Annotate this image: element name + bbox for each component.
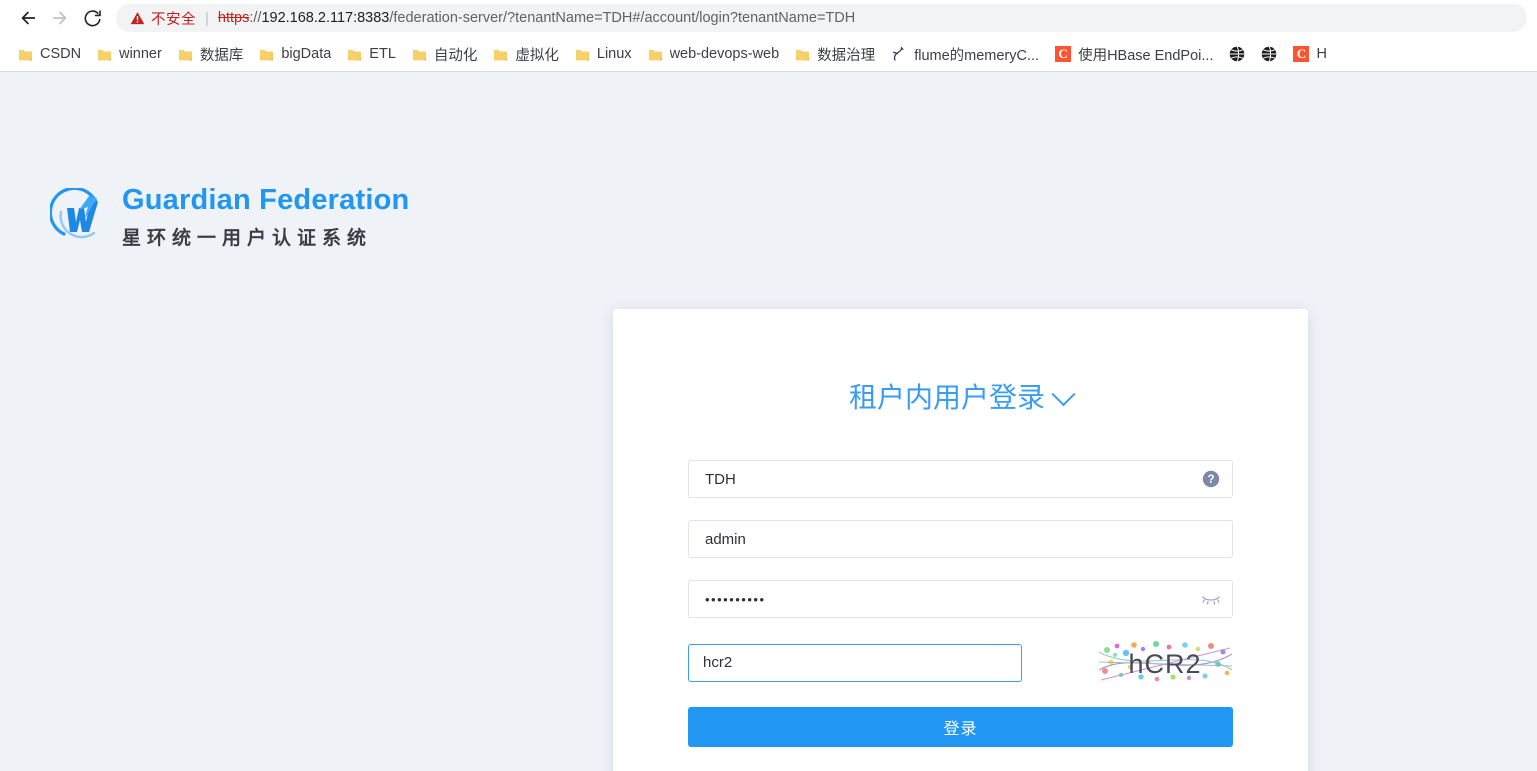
bookmark-item[interactable]: 数据库 — [170, 41, 252, 67]
bookmark-item[interactable] — [1253, 41, 1285, 67]
folder-icon — [18, 47, 33, 62]
forward-button[interactable] — [44, 2, 76, 34]
folder-icon — [97, 47, 112, 62]
globe-icon — [1261, 46, 1277, 62]
svg-text:?: ? — [1207, 474, 1214, 486]
folder-icon — [259, 47, 274, 62]
bookmark-label: flume的memeryC... — [914, 47, 1040, 64]
folder-icon — [178, 47, 193, 62]
brand-title: Guardian Federation — [122, 184, 410, 216]
svg-text:hCR2: hCR2 — [1128, 649, 1201, 679]
login-form: ? — [613, 460, 1308, 747]
page-body: Guardian Federation 星环统一用户认证系统 租户内用户登录 ? — [0, 72, 1537, 771]
captcha-input[interactable] — [688, 643, 1022, 682]
login-title-label: 租户内用户登录 — [848, 382, 1045, 413]
password-input[interactable] — [688, 580, 1233, 618]
login-card: 租户内用户登录 ? — [613, 309, 1308, 771]
bookmark-label: winner — [119, 46, 162, 62]
bookmark-label: 数据库 — [199, 47, 244, 64]
arrow-left-icon — [17, 7, 39, 29]
bookmark-label: 虚拟化 — [515, 47, 559, 64]
bookmark-item[interactable] — [1221, 41, 1253, 67]
folder-icon — [648, 47, 663, 62]
arrow-right-icon — [49, 7, 71, 29]
guardian-swoosh-logo-icon — [48, 187, 108, 246]
bookmark-item[interactable]: C 使用HBase EndPoi... — [1047, 41, 1221, 67]
eye-invisible-icon[interactable] — [1201, 592, 1221, 606]
bookmark-item[interactable]: winner — [89, 41, 170, 67]
brand-header: Guardian Federation 星环统一用户认证系统 — [48, 184, 410, 250]
bookmarks-bar: CSDN winner 数据库 bigData ETL 自动化 虚拟化 Linux web-de… — [0, 36, 1537, 72]
bookmark-item[interactable]: Linux — [567, 41, 640, 67]
url-scheme-suffix: :// — [249, 10, 262, 26]
bookmark-item[interactable]: 数据治理 — [787, 41, 883, 67]
captcha-row: hCR2 — [688, 640, 1233, 685]
back-button[interactable] — [12, 2, 44, 34]
reload-button[interactable] — [76, 2, 108, 34]
address-bar[interactable]: 不安全 | https://192.168.2.117:8383/federat… — [116, 4, 1527, 32]
flume-icon — [891, 46, 907, 62]
tenant-input[interactable] — [688, 460, 1233, 498]
bookmark-item[interactable]: flume的memeryC... — [883, 41, 1047, 67]
browser-toolbar: 不安全 | https://192.168.2.117:8383/federat… — [0, 0, 1537, 36]
brand-subtitle: 星环统一用户认证系统 — [122, 227, 373, 249]
brand-text: Guardian Federation 星环统一用户认证系统 — [122, 184, 410, 250]
chevron-down-icon[interactable] — [1051, 381, 1076, 406]
url-scheme: https — [217, 10, 250, 26]
folder-icon — [347, 47, 362, 62]
tenant-field: ? — [688, 460, 1233, 498]
username-field — [688, 520, 1233, 558]
folder-icon — [575, 47, 590, 62]
folder-icon — [412, 47, 427, 62]
bookmark-label: 使用HBase EndPoi... — [1078, 47, 1214, 64]
password-field — [688, 580, 1233, 618]
bookmark-label: CSDN — [40, 46, 82, 62]
reload-icon — [82, 8, 103, 29]
url-path: /federation-server/?tenantName=TDH#/acco… — [389, 10, 856, 26]
login-submit-button[interactable]: 登录 — [688, 707, 1233, 747]
csdn-icon: C — [1055, 46, 1072, 62]
url-host: 192.168.2.117:8383 — [261, 10, 390, 26]
security-status-label: 不安全 — [151, 11, 196, 28]
bookmark-label: ETL — [369, 46, 396, 62]
bookmark-label: 自动化 — [433, 47, 478, 64]
bookmark-item[interactable]: ETL — [339, 41, 404, 67]
bookmark-item[interactable]: web-devops-web — [640, 41, 788, 67]
omnibox-separator: | — [205, 9, 209, 27]
bookmark-label: bigData — [281, 46, 332, 62]
url-text: https://192.168.2.117:8383/federation-se… — [218, 10, 855, 26]
captcha-image[interactable]: hCR2 — [1099, 640, 1232, 685]
csdn-icon: C — [1293, 46, 1310, 62]
bookmark-item[interactable]: 自动化 — [404, 41, 486, 67]
bookmark-item[interactable]: bigData — [251, 41, 339, 67]
bookmark-label: Linux — [596, 46, 632, 62]
username-input[interactable] — [688, 520, 1233, 558]
question-circle-icon[interactable]: ? — [1202, 470, 1220, 488]
login-title[interactable]: 租户内用户登录 — [613, 381, 1308, 413]
bookmark-item[interactable]: CH — [1285, 41, 1334, 67]
bookmark-label: 数据治理 — [817, 47, 876, 64]
browser-chrome: 不安全 | https://192.168.2.117:8383/federat… — [0, 0, 1537, 72]
bookmark-label: H — [1316, 46, 1327, 62]
globe-icon — [1229, 46, 1245, 62]
folder-icon — [795, 47, 810, 62]
bookmark-item[interactable]: CSDN — [10, 41, 89, 67]
bookmark-label: web-devops-web — [669, 46, 780, 62]
warning-triangle-icon[interactable] — [130, 11, 145, 26]
folder-icon — [493, 47, 508, 62]
bookmark-item[interactable]: 虚拟化 — [485, 41, 567, 67]
